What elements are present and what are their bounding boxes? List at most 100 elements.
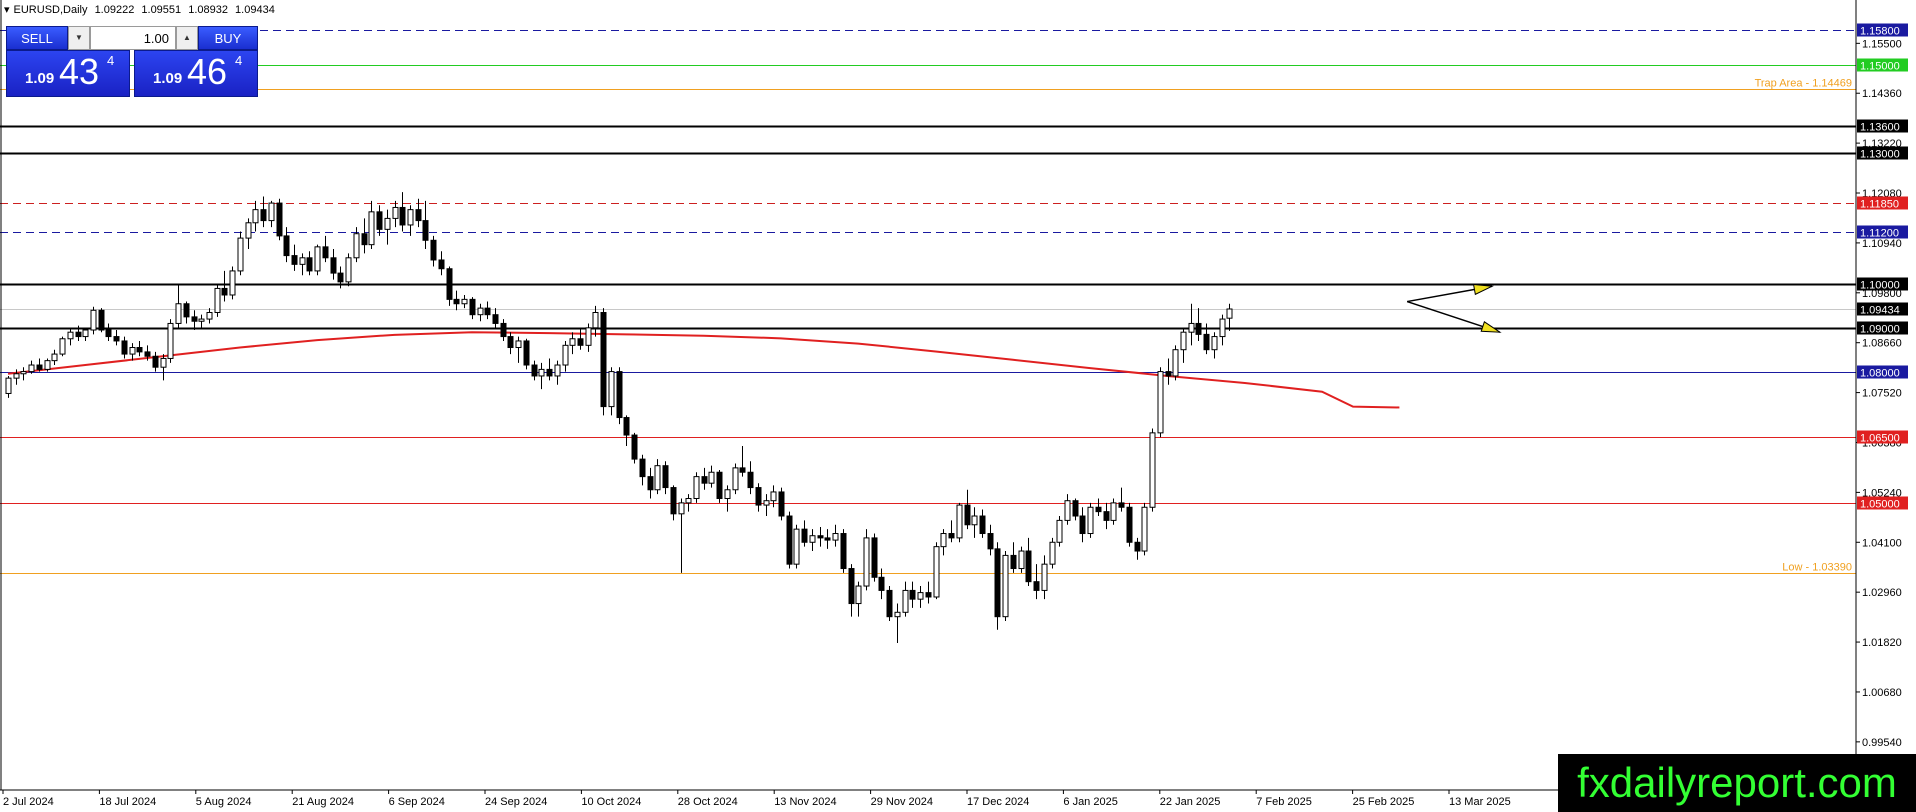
candle-bear [337,272,344,283]
date-tick-label: 7 Feb 2025 [1256,796,1312,808]
candle-bear [484,307,491,316]
high-price: 1.09551 [141,4,182,16]
level-tag-label: 1.13600 [1860,122,1900,134]
candle-bull [59,338,66,355]
candle-bull [1002,554,1009,618]
candle-bull [1041,563,1048,591]
level-tag-label: 1.09000 [1860,324,1900,336]
candle-bear [616,371,623,419]
date-tick-label: 29 Nov 2024 [871,796,933,808]
candle-bear [817,535,824,539]
candle-bear [840,533,847,570]
symbol-icon: ▾ [4,4,10,16]
candle-bear [878,576,885,591]
candle-bear [909,589,916,600]
candle-bear [886,589,893,618]
candle-bear [152,355,159,368]
candle-bull [1049,541,1056,565]
candle-bull [384,217,391,230]
date-tick-label: 10 Oct 2024 [581,796,641,808]
lot-decrease-button[interactable]: ▼ [68,26,90,50]
candle-bear [399,206,406,226]
candle-bear [1118,502,1125,508]
candle-bear [778,491,785,517]
price-tick-label: 1.00680 [1862,687,1902,699]
candle-bull [245,222,252,239]
candle-bear [105,329,112,338]
date-tick-label: 5 Aug 2024 [196,796,252,808]
candle-bear [964,504,971,526]
date-tick-label: 13 Mar 2025 [1449,796,1511,808]
candle-bull [82,329,89,338]
candle-bull [562,344,569,366]
ask-pips: 46 [187,51,228,92]
date-tick-label: 25 Feb 2025 [1353,796,1415,808]
price-tick-label: 1.10940 [1862,238,1902,250]
candle-bear [438,259,445,270]
candle-bear [987,533,994,550]
candle-bull [1211,336,1218,351]
candle-bear [647,476,654,491]
candle-bull [793,528,800,565]
candle-bear [446,268,453,300]
candle-bear [948,533,955,539]
price-tick-label: 1.14360 [1862,88,1902,100]
bid-prefix: 1.09 [25,70,55,87]
candle-bear [871,537,878,578]
symbol-name: EURUSD,Daily [13,4,88,16]
price-chart[interactable]: 1.155001.143601.132201.120801.109401.098… [0,0,1916,812]
candle-bear [755,487,762,506]
candle-bull [1180,331,1187,351]
candle-bear [1134,541,1141,552]
candle-bear [183,303,190,318]
candle-bear [1025,550,1032,583]
candle-bear [322,246,329,259]
candle-bear [144,351,151,357]
candle-bull [1018,550,1025,570]
candle-bull [206,311,213,320]
candle-bull [67,331,74,340]
bid-quote[interactable]: 1.09 43 4 [6,50,130,97]
candle-bear [623,417,630,436]
candle-bear [801,528,808,543]
candle-bear [600,311,607,408]
ask-quote[interactable]: 1.09 46 4 [134,50,258,97]
candle-bear [415,209,422,222]
candle-bear [221,287,228,296]
triangle-up-icon: ▲ [183,33,191,42]
candle-bull [160,357,167,368]
level-tag-label: 1.11850 [1860,199,1899,211]
candle-bear [1195,322,1202,335]
candle-bull [299,257,306,265]
candle-bear [1103,511,1110,521]
candle-bear [531,364,538,377]
candle-bull [5,377,12,394]
candle-bear [994,548,1001,618]
open-price: 1.09222 [94,4,135,16]
price-tick-label: 1.02960 [1862,587,1902,599]
price-tick-label: 1.07520 [1862,388,1902,400]
one-click-trading-panel: SELL ▼ ▲ BUY 1.09 43 4 1.09 46 4 [6,26,258,97]
candle-bull [129,347,136,355]
candle-bear [1095,506,1102,513]
candle-bear [113,336,120,342]
sell-button[interactable]: SELL [6,26,68,50]
candle-bear [1165,371,1172,377]
date-tick-label: 17 Dec 2024 [967,796,1029,808]
candle-bear [1010,554,1017,570]
candle-bull [855,585,862,605]
lot-increase-button[interactable]: ▲ [176,26,198,50]
candle-bull [1172,349,1179,377]
lot-size-input[interactable] [90,26,176,50]
candle-bull [608,371,615,408]
candle-bull [167,322,174,359]
candle-bear [824,537,831,541]
buy-button[interactable]: BUY [198,26,258,50]
candle-bear [260,209,267,222]
candle-bull [1141,506,1148,552]
candle-bull [1110,502,1117,521]
date-tick-label: 6 Jan 2025 [1063,796,1117,808]
candle-bear [1126,506,1133,543]
candle-bull [654,465,661,491]
level-tag-label: 1.13000 [1860,149,1900,161]
